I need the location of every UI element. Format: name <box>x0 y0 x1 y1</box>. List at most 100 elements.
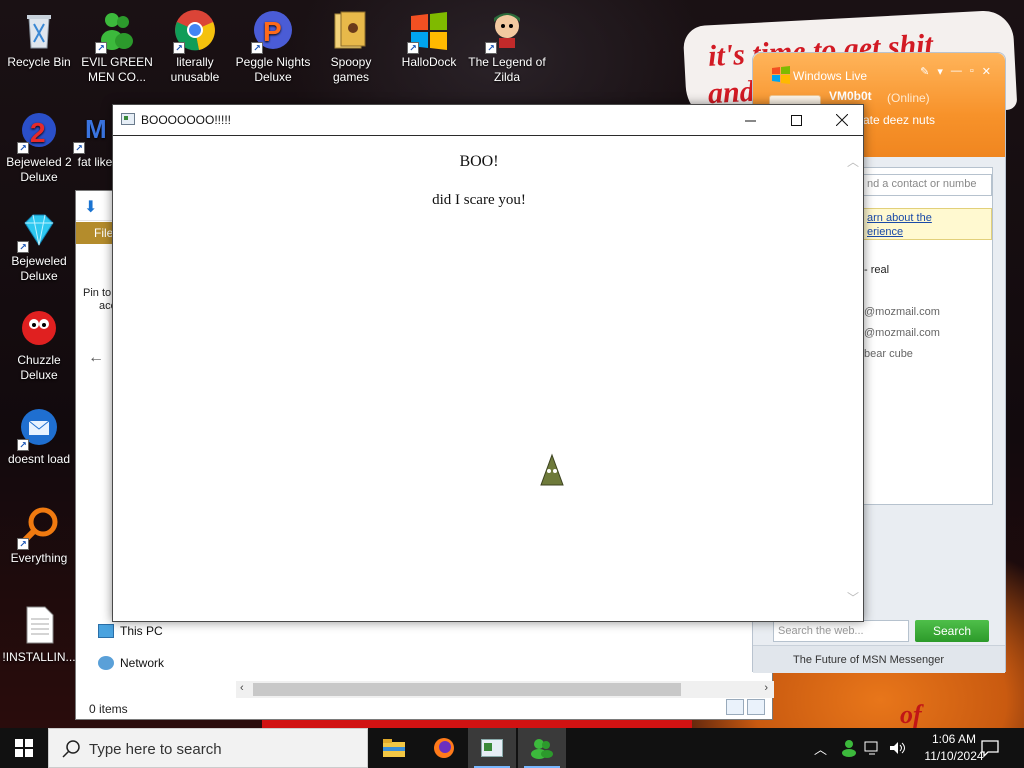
find-contact-input[interactable]: nd a contact or numbe <box>860 174 992 196</box>
shortcut-arrow-icon: ↗ <box>73 142 85 154</box>
desktop-icon-recycle-bin[interactable]: Recycle Bin <box>0 8 78 70</box>
maximize-icon[interactable]: ▫ <box>970 65 974 78</box>
shortcut-arrow-icon: ↗ <box>17 241 29 253</box>
scroll-thumb[interactable] <box>253 683 681 696</box>
desktop-icon-spoopy-games[interactable]: Spoopy games <box>312 8 390 85</box>
menu-icon[interactable]: ✎ <box>920 65 929 78</box>
desktop-icon-everything[interactable]: ↗ Everything <box>0 504 78 566</box>
desktop-icon-evil-green-men[interactable]: ↗ EVIL GREEN MEN CO... <box>78 8 156 85</box>
shortcut-arrow-icon: ↗ <box>17 439 29 451</box>
show-hidden-icons-chevron-icon[interactable]: ︿ <box>814 739 827 758</box>
back-arrow-icon[interactable]: ← <box>88 349 104 367</box>
contact-item[interactable]: @mozmail.com <box>864 306 940 318</box>
horizontal-scrollbar[interactable]: ‹ › <box>236 681 774 698</box>
shortcut-arrow-icon: ↗ <box>95 42 107 54</box>
icon-label: Bejeweled 2 Deluxe <box>6 155 72 184</box>
notice-link[interactable]: arn about the <box>867 212 932 224</box>
maximize-button[interactable] <box>773 105 819 135</box>
desktop: it's time to get shit and of Recycle Bin… <box>0 0 1024 728</box>
desktop-icon-bejeweled[interactable]: ↗ Bejeweled Deluxe <box>0 207 78 284</box>
desktop-icon-chuzzle[interactable]: Chuzzle Deluxe <box>0 306 78 383</box>
boo-heading: BOO! <box>459 153 499 170</box>
network-icon <box>98 656 114 670</box>
search-placeholder: Type here to search <box>89 741 222 758</box>
icon-label: literally unusable <box>170 55 220 84</box>
messenger-status[interactable]: (Online) <box>887 91 930 105</box>
desktop-icon-peggle[interactable]: P ↗ Peggle Nights Deluxe <box>234 8 312 85</box>
svg-text:P: P <box>263 16 282 47</box>
windows-logo-icon <box>772 66 790 84</box>
taskbar-boo-window[interactable] <box>468 728 516 768</box>
dropdown-icon[interactable]: ▾ <box>937 65 943 78</box>
svg-text:M: M <box>85 114 107 144</box>
icon-label: HalloDock <box>401 55 457 69</box>
notification-icon[interactable] <box>980 738 1000 758</box>
messenger-tray-icon[interactable] <box>840 739 858 757</box>
taskbar-firefox[interactable] <box>420 728 468 768</box>
bejeweled-2-icon: 2 ↗ <box>17 108 61 154</box>
shortcut-arrow-icon: ↗ <box>17 142 29 154</box>
minimize-button[interactable] <box>727 105 773 135</box>
taskbar-messenger[interactable] <box>518 728 566 768</box>
icon-label: Bejeweled Deluxe <box>11 254 67 283</box>
desktop-icon-doesnt-load[interactable]: ↗ doesnt load <box>0 405 78 467</box>
contact-item[interactable]: @mozmail.com <box>864 327 940 339</box>
magnifier-icon: ↗ <box>17 504 61 550</box>
windows-flag-icon: ↗ <box>407 8 451 54</box>
desktop-icon-installing[interactable]: !INSTALLIN... <box>0 603 78 665</box>
web-search-input[interactable]: Search the web... <box>773 620 909 642</box>
nav-network[interactable]: Network <box>98 656 164 670</box>
icon-label: Peggle Nights Deluxe <box>235 55 311 84</box>
nav-this-pc[interactable]: This PC <box>98 624 163 638</box>
nav-label: This PC <box>120 624 163 638</box>
icon-label: EVIL GREEN MEN CO... <box>81 55 153 84</box>
desktop-icon-legend-of-zilda[interactable]: ↗ The Legend of Zilda <box>468 8 546 85</box>
close-icon[interactable]: ✕ <box>982 65 991 78</box>
network-icon[interactable] <box>864 739 882 757</box>
thunderbird-icon: ↗ <box>17 405 61 451</box>
app-window-icon <box>481 739 503 757</box>
personal-message[interactable]: rate deez nuts <box>859 113 935 127</box>
messenger-username[interactable]: VM0b0t <box>829 89 872 103</box>
desktop-icon-bejeweled-2[interactable]: 2 ↗ Bejeweled 2 Deluxe <box>0 108 78 185</box>
large-icons-view-icon[interactable] <box>747 699 765 715</box>
scroll-right-icon[interactable]: › <box>764 682 768 694</box>
notice-banner: arn about the erience <box>860 208 992 240</box>
messenger-buddy-icon <box>531 739 553 759</box>
taskbar-file-explorer[interactable] <box>370 728 418 768</box>
peggle-icon: P ↗ <box>251 8 295 54</box>
boo-content: BOO! did I scare you! ︿ ﹀ <box>113 137 863 621</box>
icon-label: Spoopy games <box>330 55 372 84</box>
app-icon: M ↗ <box>73 108 117 154</box>
taskbar-search-input[interactable]: Type here to search <box>48 728 368 768</box>
icon-label: Everything <box>10 551 68 565</box>
close-button[interactable] <box>819 105 865 135</box>
icon-label: Recycle Bin <box>7 55 71 69</box>
scroll-up-icon[interactable]: ︿ <box>847 153 859 170</box>
start-button[interactable] <box>0 728 48 768</box>
green-people-icon: ↗ <box>95 8 139 54</box>
download-arrow-icon[interactable]: ⬇ <box>84 197 97 217</box>
volume-icon[interactable] <box>888 739 906 757</box>
chrome-icon: ↗ <box>173 8 217 54</box>
contact-item[interactable]: - real <box>864 264 889 276</box>
scroll-down-icon[interactable]: ﹀ <box>847 589 859 606</box>
messenger-title: Windows Live <box>793 69 868 83</box>
boo-titlebar[interactable]: BOOOOOOO!!!!! <box>113 105 863 136</box>
nav-label: Network <box>120 656 165 670</box>
footer-text: The Future of MSN Messenger <box>793 654 945 666</box>
notice-link[interactable]: erience <box>867 226 903 238</box>
contact-item[interactable]: bear cube <box>864 348 913 360</box>
ghost-sprite-icon <box>540 453 564 486</box>
ribbon-file-tab[interactable]: File <box>94 226 113 240</box>
maximize-icon <box>790 114 802 126</box>
scroll-left-icon[interactable]: ‹ <box>240 682 244 694</box>
boo-window[interactable]: BOOOOOOO!!!!! BOO! did I scare you! ︿ ﹀ <box>112 104 864 622</box>
desktop-icon-chrome[interactable]: ↗ literally unusable <box>156 8 234 85</box>
messenger-footer: The Future of MSN Messenger <box>753 645 1005 673</box>
web-search-button[interactable]: Search <box>915 620 989 642</box>
app-icon <box>121 113 135 125</box>
details-view-icon[interactable] <box>726 699 744 715</box>
minimize-icon[interactable]: — <box>951 65 962 78</box>
desktop-icon-hallodock[interactable]: ↗ HalloDock <box>390 8 468 70</box>
